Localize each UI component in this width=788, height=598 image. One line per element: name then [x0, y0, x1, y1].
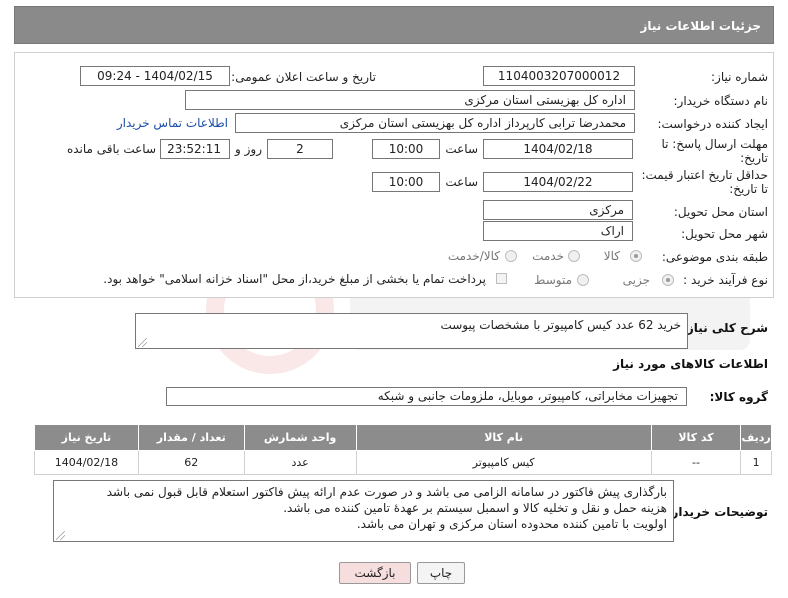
col-header-unit: واحد شمارش — [243, 424, 357, 451]
city-field: اراک — [483, 221, 633, 241]
days-field: 2 — [267, 139, 333, 159]
creator-field: محمدرضا ترابی کارپرداز اداره کل بهزیستی … — [235, 113, 635, 133]
validity-label-2: تا تاریخ: — [729, 182, 768, 196]
col-header-code: کد کالا — [650, 424, 742, 451]
description-text: خرید 62 عدد کیس کامپیوتر با مشخصات پیوست — [440, 318, 681, 332]
back-button[interactable]: بازگشت — [339, 562, 411, 584]
process-option-medium: متوسط — [534, 273, 572, 287]
category-option-goods: کالا — [603, 249, 620, 263]
category-label: طبقه بندی موضوعی: — [661, 250, 768, 264]
goods-group-field: تجهیزات مخابراتی، کامپیوتر، موبایل، ملزو… — [166, 387, 687, 406]
description-textarea: خرید 62 عدد کیس کامپیوتر با مشخصات پیوست — [135, 313, 688, 349]
resize-handle-icon[interactable] — [138, 338, 147, 347]
buyer-notes-label: توضیحات خریدار: — [666, 505, 768, 519]
col-header-row-no: ردیف — [740, 424, 772, 451]
category-radio-goods-service[interactable] — [505, 250, 517, 262]
process-radio-minor[interactable] — [662, 274, 674, 286]
treasury-payment-note: پرداخت تمام یا بخشی از مبلغ خرید،از محل … — [103, 272, 486, 286]
goods-table: ردیف کد کالا نام کالا واحد شمارش تعداد /… — [34, 424, 772, 475]
province-label: استان محل تحویل: — [673, 205, 768, 219]
category-option-goods-service: کالا/خدمت — [447, 249, 500, 263]
validity-time-label: ساعت — [445, 175, 478, 189]
validity-time-field: 10:00 — [372, 172, 440, 192]
deadline-label: مهلت ارسال پاسخ: تا — [661, 137, 768, 151]
category-radio-goods[interactable] — [630, 250, 642, 262]
buyer-note-line: اولویت با تامین کننده محدوده استان مرکزی… — [356, 517, 667, 531]
cell-need-date: 1404/02/18 — [34, 450, 139, 475]
province-field: مرکزی — [483, 200, 633, 220]
goods-section-title: اطلاعات کالاهای مورد نیاز — [613, 357, 768, 371]
col-header-need-date: تاریخ نیاز — [34, 424, 139, 451]
page-title: جزئیات اطلاعات نیاز — [640, 19, 761, 33]
category-option-service: خدمت — [532, 249, 564, 263]
deadline-date-field: 1404/02/18 — [483, 139, 633, 159]
process-option-minor: جزیی — [622, 273, 650, 287]
creator-label: ایجاد کننده درخواست: — [657, 117, 768, 131]
print-button[interactable]: چاپ — [417, 562, 465, 584]
col-header-name: نام کالا — [355, 424, 652, 451]
city-label: شهر محل تحویل: — [681, 227, 768, 241]
goods-table-header-row: ردیف کد کالا نام کالا واحد شمارش تعداد /… — [34, 424, 772, 451]
description-label: شرح کلی نیاز: — [682, 321, 768, 335]
cell-code: -- — [650, 450, 742, 475]
announce-field: 1404/02/15 - 09:24 — [80, 66, 230, 86]
deadline-time-field: 10:00 — [372, 139, 440, 159]
cell-quantity: 62 — [137, 450, 245, 475]
cell-unit: عدد — [243, 450, 357, 475]
category-radio-service[interactable] — [568, 250, 580, 262]
buyer-note-line: بارگذاری پیش فاکتور در سامانه الزامی می … — [106, 485, 667, 499]
validity-label: حداقل تاریخ اعتبار قیمت: — [641, 168, 768, 182]
deadline-label-2: تاریخ: — [740, 151, 768, 165]
remaining-time-field: 23:52:11 — [160, 139, 230, 159]
page-header: جزئیات اطلاعات نیاز — [14, 6, 774, 44]
buyer-notes-textarea: بارگذاری پیش فاکتور در سامانه الزامی می … — [53, 480, 674, 542]
contact-buyer-link[interactable]: اطلاعات تماس خریدار — [117, 116, 228, 130]
remaining-label: ساعت باقی مانده — [66, 142, 156, 156]
col-header-quantity: تعداد / مقدار — [137, 424, 245, 451]
validity-date-field: 1404/02/22 — [483, 172, 633, 192]
deadline-time-label: ساعت — [445, 142, 478, 156]
process-label: نوع فرآیند خرید : — [683, 273, 768, 287]
process-radio-medium[interactable] — [577, 274, 589, 286]
table-row: 1 -- کیس کامپیوتر عدد 62 1404/02/18 — [34, 450, 772, 475]
resize-handle-icon[interactable] — [56, 531, 65, 540]
buyer-note-line: هزینه حمل و نقل و تخلیه کالا و اسمبل سیس… — [283, 501, 667, 515]
treasury-payment-checkbox[interactable] — [496, 273, 507, 284]
need-number-label: شماره نیاز: — [711, 70, 768, 84]
cell-name: کیس کامپیوتر — [355, 450, 652, 475]
buyer-org-label: نام دستگاه خریدار: — [673, 94, 769, 108]
buyer-org-field: اداره کل بهزیستی استان مرکزی — [185, 90, 635, 110]
cell-row-no: 1 — [740, 450, 772, 475]
days-label: روز و — [235, 142, 262, 156]
goods-group-label: گروه کالا: — [709, 390, 768, 404]
announce-label: تاریخ و ساعت اعلان عمومی: — [231, 70, 376, 84]
need-number-field: 1104003207000012 — [483, 66, 635, 86]
